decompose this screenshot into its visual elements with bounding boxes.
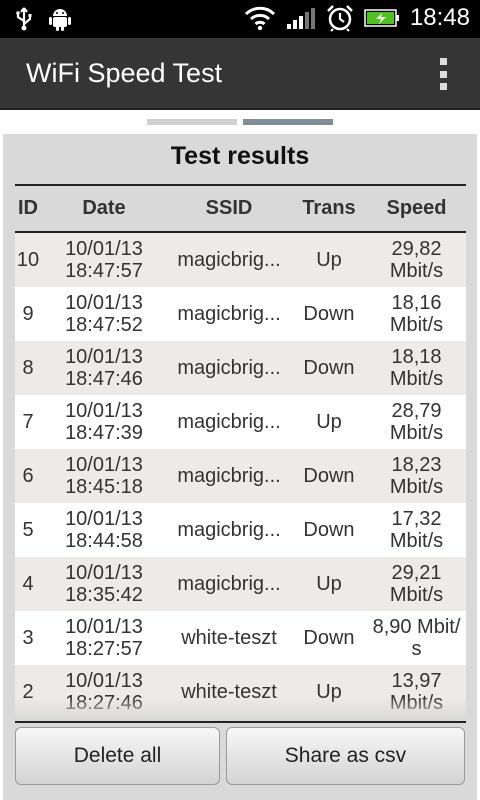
divider <box>15 721 466 723</box>
content-area: Test results ID Date SSID Trans Speed 10… <box>0 110 480 800</box>
column-header-trans: Trans <box>302 197 356 219</box>
cell-id: 9 <box>22 303 34 325</box>
table-row[interactable]: 10 10/01/13 18:47:57 magicbrig... Up 29,8… <box>15 233 466 287</box>
cell-speed: 28,79 Mbit/s <box>389 400 444 444</box>
cell-ssid: magicbrig... <box>177 411 281 433</box>
cell-speed: 18,23 Mbit/s <box>389 454 444 498</box>
page-indicator-1[interactable] <box>147 119 237 125</box>
overflow-menu-icon[interactable] <box>438 58 448 90</box>
cell-id: 4 <box>22 573 34 595</box>
cell-trans: Up <box>316 411 342 433</box>
cell-id: 6 <box>22 465 34 487</box>
cell-trans: Down <box>303 627 355 649</box>
column-header-ssid: SSID <box>205 197 253 219</box>
cell-id: 8 <box>22 357 34 379</box>
cell-speed: 18,16 Mbit/s <box>389 292 444 336</box>
signal-icon <box>286 5 316 31</box>
results-list[interactable]: 10 10/01/13 18:47:57 magicbrig... Up 29,8… <box>15 233 466 717</box>
table-row[interactable]: 3 10/01/13 18:27:57 white-teszt Down 8,90… <box>15 611 466 665</box>
table-row[interactable]: 4 10/01/13 18:35:42 magicbrig... Up 29,21… <box>15 557 466 611</box>
cell-trans: Down <box>303 519 355 541</box>
clock: 18:48 <box>409 4 470 31</box>
results-title: Test results <box>170 142 310 170</box>
usb-icon <box>14 6 34 32</box>
cell-trans: Up <box>316 573 342 595</box>
cell-ssid: magicbrig... <box>177 249 281 271</box>
share-csv-button[interactable]: Share as csv <box>226 727 465 785</box>
alarm-icon <box>326 4 354 32</box>
table-row[interactable]: 7 10/01/13 18:47:39 magicbrig... Up 28,79… <box>15 395 466 449</box>
column-header-id: ID <box>18 197 38 219</box>
column-header-speed: Speed <box>386 197 447 219</box>
table-row[interactable]: 8 10/01/13 18:47:46 magicbrig... Down 18,… <box>15 341 466 395</box>
cell-ssid: magicbrig... <box>177 573 281 595</box>
cell-id: 7 <box>22 411 34 433</box>
wifi-icon <box>244 5 276 31</box>
table-header: ID Date SSID Trans Speed <box>15 186 466 231</box>
cell-date: 10/01/13 18:27:57 <box>65 616 143 660</box>
cell-ssid: magicbrig... <box>177 357 281 379</box>
cell-date: 10/01/13 18:47:57 <box>65 238 143 282</box>
cell-id: 5 <box>22 519 34 541</box>
cell-id: 3 <box>22 627 34 649</box>
cell-date: 10/01/13 18:47:52 <box>65 292 143 336</box>
cell-trans: Down <box>303 357 355 379</box>
action-bar: WiFi Speed Test <box>0 38 480 110</box>
cell-speed: 17,32 Mbit/s <box>389 508 444 552</box>
app-title: WiFi Speed Test <box>26 58 223 88</box>
cell-speed: 29,21 Mbit/s <box>389 562 444 606</box>
results-panel: Test results ID Date SSID Trans Speed 10… <box>3 134 477 800</box>
cell-trans: Up <box>316 249 342 271</box>
table-row[interactable]: 5 10/01/13 18:44:58 magicbrig... Down 17,… <box>15 503 466 557</box>
cell-speed: 29,82 Mbit/s <box>389 238 444 282</box>
cell-speed: 8,90 Mbit/s <box>372 616 461 660</box>
cell-speed: 18,18 Mbit/s <box>389 346 444 390</box>
delete-all-button[interactable]: Delete all <box>15 727 220 785</box>
cell-ssid: magicbrig... <box>177 465 281 487</box>
table-row[interactable]: 6 10/01/13 18:45:18 magicbrig... Down 18,… <box>15 449 466 503</box>
page-indicator <box>0 110 480 134</box>
battery-charging-icon <box>364 7 400 29</box>
table-row[interactable]: 9 10/01/13 18:47:52 magicbrig... Down 18,… <box>15 287 466 341</box>
scroll-fade <box>15 697 466 717</box>
android-debug-icon <box>48 6 72 32</box>
cell-id: 10 <box>16 249 40 271</box>
cell-ssid: magicbrig... <box>177 303 281 325</box>
page-indicator-2[interactable] <box>243 119 333 125</box>
cell-date: 10/01/13 18:44:58 <box>65 508 143 552</box>
cell-ssid: white-teszt <box>181 627 277 649</box>
cell-date: 10/01/13 18:45:18 <box>65 454 143 498</box>
cell-trans: Down <box>303 465 355 487</box>
status-bar: 18:48 <box>0 0 480 38</box>
cell-date: 10/01/13 18:35:42 <box>65 562 143 606</box>
cell-date: 10/01/13 18:47:46 <box>65 346 143 390</box>
cell-ssid: magicbrig... <box>177 519 281 541</box>
cell-trans: Down <box>303 303 355 325</box>
column-header-date: Date <box>82 197 126 219</box>
cell-date: 10/01/13 18:47:39 <box>65 400 143 444</box>
